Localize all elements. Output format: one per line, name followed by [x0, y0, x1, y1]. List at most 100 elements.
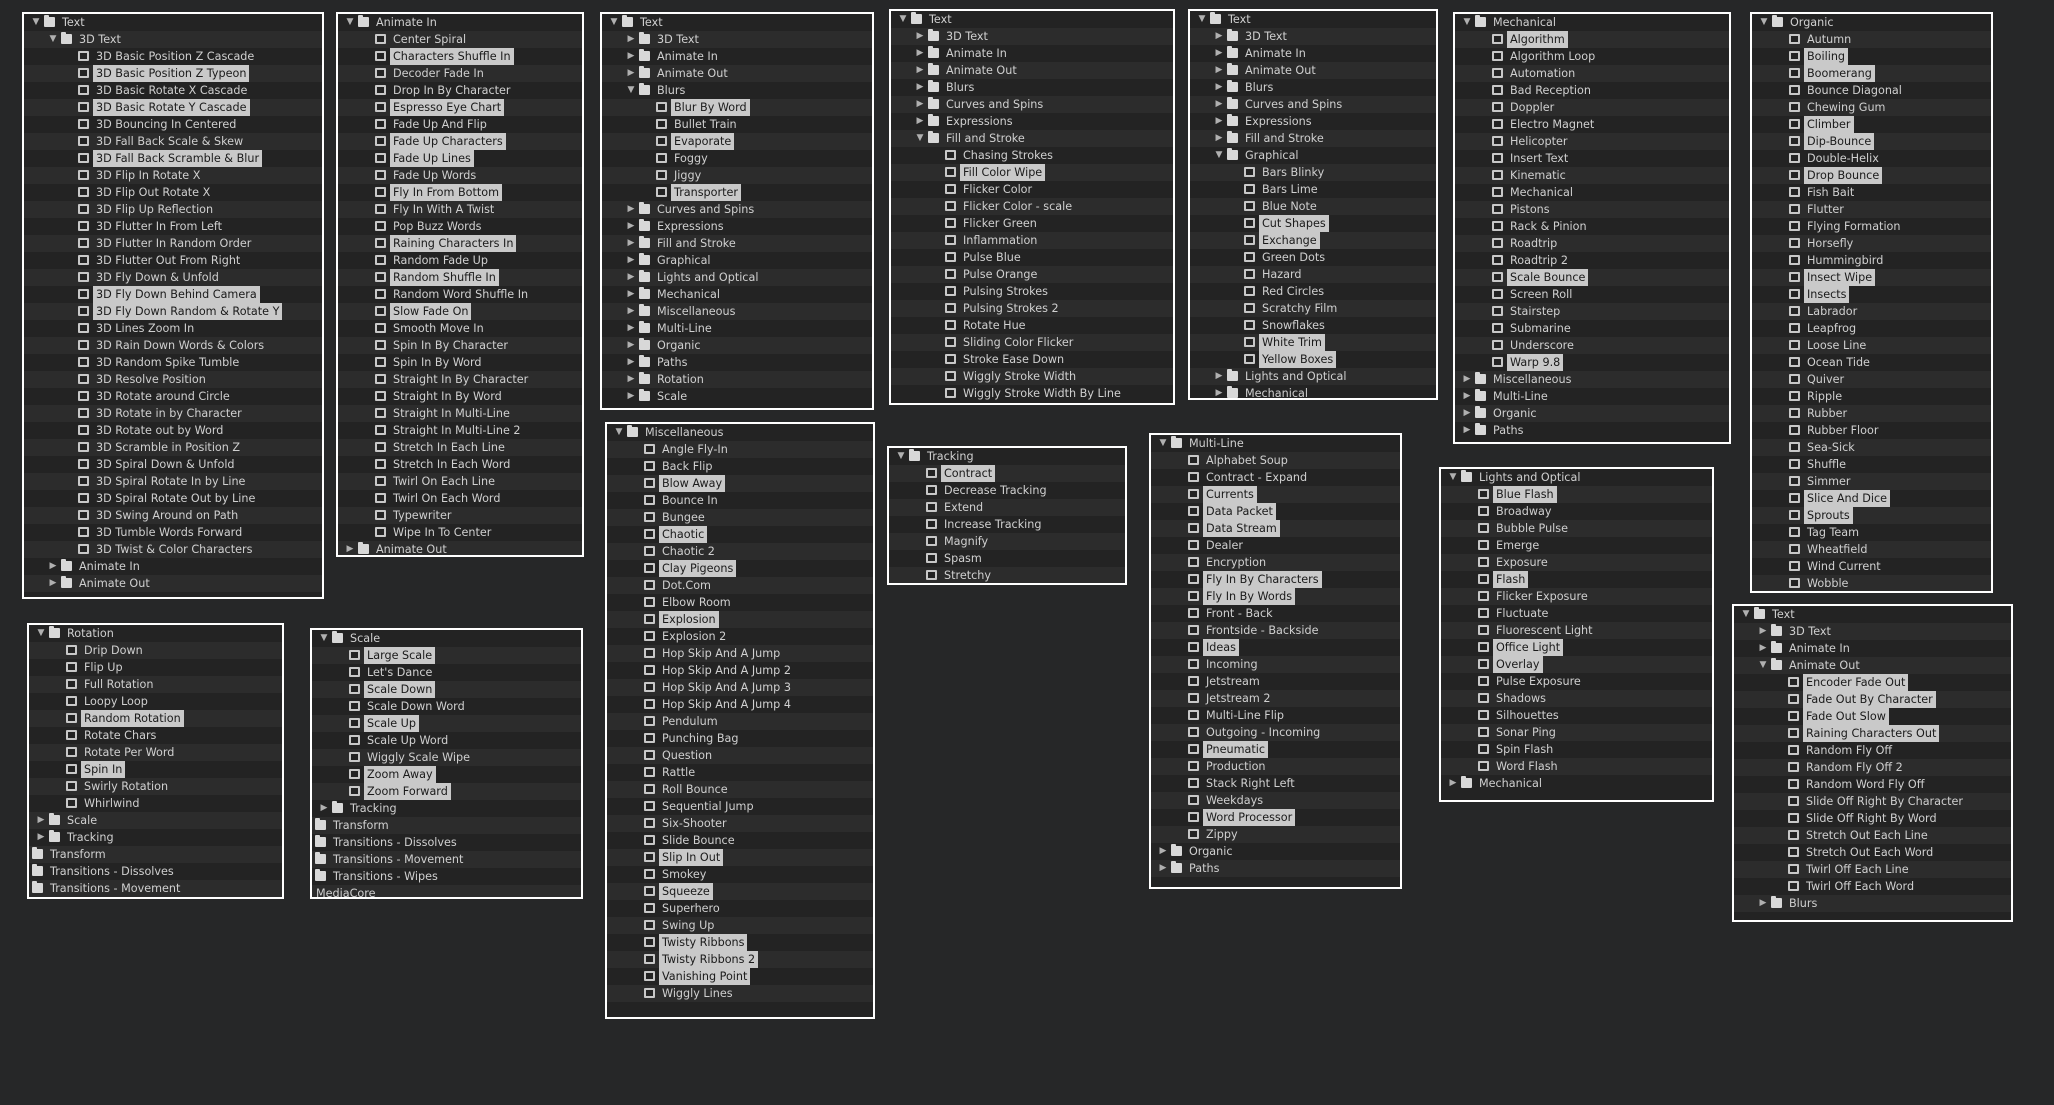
preset-row-chaotic[interactable]: Chaotic	[607, 526, 873, 543]
preset-row-3d-tumble-words-forward[interactable]: 3D Tumble Words Forward	[24, 524, 322, 541]
preset-row-raining-characters-in[interactable]: Raining Characters In	[338, 235, 582, 252]
expanded-triangle-icon[interactable]: ▼	[1157, 435, 1169, 452]
folder-row-expressions[interactable]: ▶ Expressions	[602, 218, 872, 235]
preset-row-double-helix[interactable]: Double-Helix	[1752, 150, 1991, 167]
preset-row-silhouettes[interactable]: Silhouettes	[1441, 707, 1712, 724]
folder-row-scale[interactable]: ▶ Scale	[602, 388, 872, 405]
preset-row-swirly-rotation[interactable]: Swirly Rotation	[29, 778, 282, 795]
folder-row-transitions-dissolves[interactable]: ▶ Transitions - Dissolves	[312, 834, 581, 851]
preset-row-climber[interactable]: Climber	[1752, 116, 1991, 133]
folder-row-transform[interactable]: ▶ Transform	[312, 817, 581, 834]
folder-row-mechanical[interactable]: ▶ Mechanical	[1441, 775, 1712, 792]
preset-row-punching-bag[interactable]: Punching Bag	[607, 730, 873, 747]
folder-row-graphical[interactable]: ▼ Graphical	[1190, 147, 1436, 164]
collapsed-triangle-icon[interactable]: ▶	[1213, 113, 1225, 130]
preset-row-decoder-fade-in[interactable]: Decoder Fade In	[338, 65, 582, 82]
preset-row-encryption[interactable]: Encryption	[1151, 554, 1400, 571]
preset-row-zoom-forward[interactable]: Zoom Forward	[312, 783, 581, 800]
preset-row-rotate-hue[interactable]: Rotate Hue	[891, 317, 1173, 334]
expanded-triangle-icon[interactable]: ▼	[1461, 14, 1473, 31]
preset-row-3d-flutter-in-from-left[interactable]: 3D Flutter In From Left	[24, 218, 322, 235]
preset-row-drop-in-by-character[interactable]: Drop In By Character	[338, 82, 582, 99]
preset-row-pulsing-strokes[interactable]: Pulsing Strokes	[891, 283, 1173, 300]
preset-row-scale-up-word[interactable]: Scale Up Word	[312, 732, 581, 749]
preset-row-twisty-ribbons-2[interactable]: Twisty Ribbons 2	[607, 951, 873, 968]
expanded-triangle-icon[interactable]: ▼	[895, 448, 907, 465]
preset-row-3d-random-spike-tumble[interactable]: 3D Random Spike Tumble	[24, 354, 322, 371]
preset-row-roll-bounce[interactable]: Roll Bounce	[607, 781, 873, 798]
preset-row-blue-flash[interactable]: Blue Flash	[1441, 486, 1712, 503]
collapsed-triangle-icon[interactable]: ▶	[625, 320, 637, 337]
collapsed-triangle-icon[interactable]: ▶	[625, 354, 637, 371]
preset-row-bars-lime[interactable]: Bars Lime	[1190, 181, 1436, 198]
preset-row-3d-flip-up-reflection[interactable]: 3D Flip Up Reflection	[24, 201, 322, 218]
preset-row-pulsing-strokes-2[interactable]: Pulsing Strokes 2	[891, 300, 1173, 317]
preset-row-six-shooter[interactable]: Six-Shooter	[607, 815, 873, 832]
preset-row-leapfrog[interactable]: Leapfrog	[1752, 320, 1991, 337]
folder-row-3d-text[interactable]: ▶ 3D Text	[1734, 623, 2011, 640]
preset-row-3d-spiral-down-and-unfold[interactable]: 3D Spiral Down & Unfold	[24, 456, 322, 473]
preset-row-kinematic[interactable]: Kinematic	[1455, 167, 1729, 184]
folder-row-text[interactable]: ▼ Text	[891, 11, 1173, 28]
preset-row-wheatfield[interactable]: Wheatfield	[1752, 541, 1991, 558]
collapsed-triangle-icon[interactable]: ▶	[625, 252, 637, 269]
preset-row-insect-wipe[interactable]: Insect Wipe	[1752, 269, 1991, 286]
folder-row-animate-out[interactable]: ▶ Animate Out	[1190, 62, 1436, 79]
preset-row-flicker-green[interactable]: Flicker Green	[891, 215, 1173, 232]
preset-row-word-processor[interactable]: Word Processor	[1151, 809, 1400, 826]
preset-row-fly-in-by-words[interactable]: Fly In By Words	[1151, 588, 1400, 605]
preset-row-automation[interactable]: Automation	[1455, 65, 1729, 82]
folder-row-curves-and-spins[interactable]: ▶ Curves and Spins	[891, 96, 1173, 113]
preset-row-3d-fall-back-scramble-and-blur[interactable]: 3D Fall Back Scramble & Blur	[24, 150, 322, 167]
preset-row-hop-skip-and-a-jump-4[interactable]: Hop Skip And A Jump 4	[607, 696, 873, 713]
folder-row-mechanical[interactable]: ▶ Mechanical	[1190, 385, 1436, 398]
preset-row-center-spiral[interactable]: Center Spiral	[338, 31, 582, 48]
preset-row-jetstream-2[interactable]: Jetstream 2	[1151, 690, 1400, 707]
preset-row-blow-away[interactable]: Blow Away	[607, 475, 873, 492]
collapsed-triangle-icon[interactable]: ▶	[29, 880, 30, 897]
preset-row-pendulum[interactable]: Pendulum	[607, 713, 873, 730]
preset-row-spin-flash[interactable]: Spin Flash	[1441, 741, 1712, 758]
collapsed-triangle-icon[interactable]: ▶	[914, 96, 926, 113]
preset-row-yellow-boxes[interactable]: Yellow Boxes	[1190, 351, 1436, 368]
preset-row-random-word-shuffle-in[interactable]: Random Word Shuffle In	[338, 286, 582, 303]
preset-row-fish-bait[interactable]: Fish Bait	[1752, 184, 1991, 201]
preset-row-3d-resolve-position[interactable]: 3D Resolve Position	[24, 371, 322, 388]
preset-row-3d-flutter-out-from-right[interactable]: 3D Flutter Out From Right	[24, 252, 322, 269]
folder-row-miscellaneous[interactable]: ▶ Miscellaneous	[602, 303, 872, 320]
folder-row-transitions-wipes[interactable]: ▶ Transitions - Wipes	[312, 868, 581, 885]
collapsed-triangle-icon[interactable]: ▶	[312, 851, 313, 868]
folder-row-blurs[interactable]: ▼ Blurs	[602, 82, 872, 99]
collapsed-triangle-icon[interactable]: ▶	[625, 303, 637, 320]
preset-row-twirl-on-each-line[interactable]: Twirl On Each Line	[338, 473, 582, 490]
preset-row-hazard[interactable]: Hazard	[1190, 266, 1436, 283]
preset-row-magnify[interactable]: Magnify	[889, 533, 1125, 550]
preset-row-chaotic-2[interactable]: Chaotic 2	[607, 543, 873, 560]
folder-row-miscellaneous[interactable]: ▼ Miscellaneous	[607, 424, 873, 441]
folder-row-3d-text[interactable]: ▼ 3D Text	[24, 31, 322, 48]
preset-row-hop-skip-and-a-jump[interactable]: Hop Skip And A Jump	[607, 645, 873, 662]
folder-row-multi-line[interactable]: ▶ Multi-Line	[602, 320, 872, 337]
preset-row-flip-up[interactable]: Flip Up	[29, 659, 282, 676]
preset-row-3d-swing-around-on-path[interactable]: 3D Swing Around on Path	[24, 507, 322, 524]
folder-row-animate-in[interactable]: ▶ Animate In	[1734, 640, 2011, 657]
preset-row-wind-current[interactable]: Wind Current	[1752, 558, 1991, 575]
expanded-triangle-icon[interactable]: ▼	[1196, 11, 1208, 28]
collapsed-triangle-icon[interactable]: ▶	[1157, 843, 1169, 860]
preset-row-large-scale[interactable]: Large Scale	[312, 647, 581, 664]
preset-row-spasm[interactable]: Spasm	[889, 550, 1125, 567]
preset-row-flying-formation[interactable]: Flying Formation	[1752, 218, 1991, 235]
preset-row-increase-tracking[interactable]: Increase Tracking	[889, 516, 1125, 533]
collapsed-triangle-icon[interactable]: ▶	[625, 269, 637, 286]
preset-row-3d-basic-rotate-x-cascade[interactable]: 3D Basic Rotate X Cascade	[24, 82, 322, 99]
preset-row-jiggy[interactable]: Jiggy	[602, 167, 872, 184]
preset-row-clay-pigeons[interactable]: Clay Pigeons	[607, 560, 873, 577]
preset-row-3d-twist-and-color-characters[interactable]: 3D Twist & Color Characters	[24, 541, 322, 558]
preset-row-blue-note[interactable]: Blue Note	[1190, 198, 1436, 215]
expanded-triangle-icon[interactable]: ▼	[1758, 14, 1770, 31]
preset-row-tag-team[interactable]: Tag Team	[1752, 524, 1991, 541]
preset-row-word-flash[interactable]: Word Flash	[1441, 758, 1712, 775]
preset-row-explosion[interactable]: Explosion	[607, 611, 873, 628]
preset-row-fluorescent-light[interactable]: Fluorescent Light	[1441, 622, 1712, 639]
preset-row-typewriter[interactable]: Typewriter	[338, 507, 582, 524]
